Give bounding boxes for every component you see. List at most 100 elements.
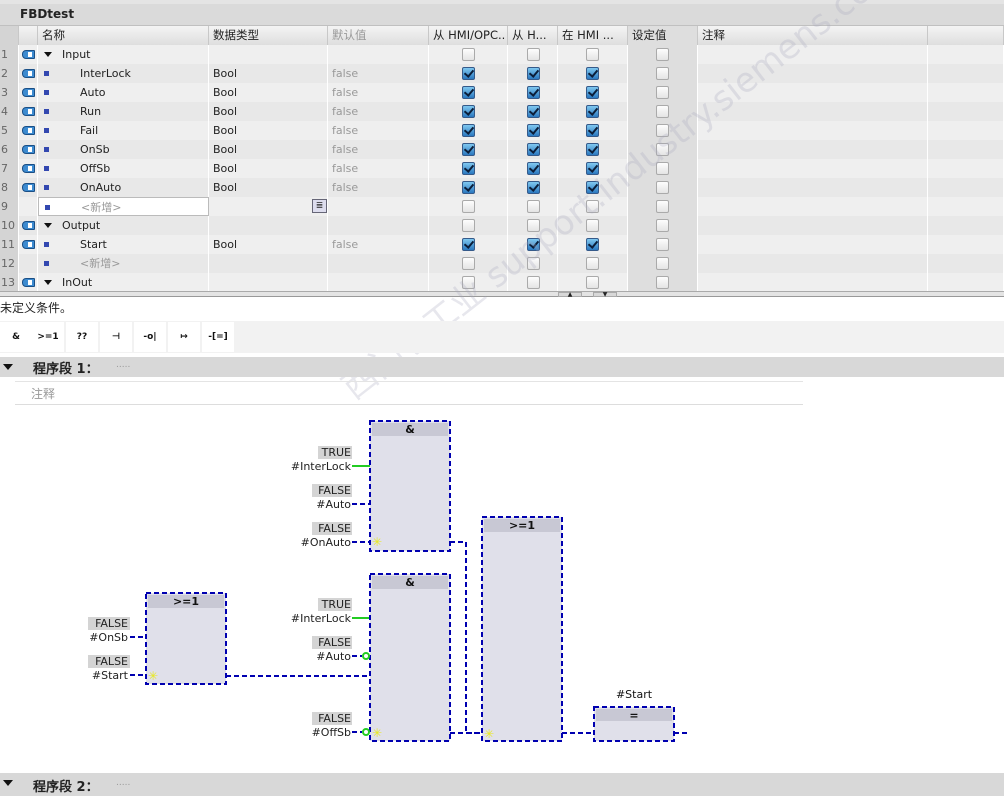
- comment-cell[interactable]: [698, 178, 928, 197]
- datatype-cell[interactable]: Bool: [209, 178, 328, 197]
- name-cell[interactable]: InterLock: [38, 64, 209, 83]
- network-comment-field[interactable]: 注释: [15, 381, 803, 405]
- checkbox[interactable]: [586, 105, 599, 118]
- checkbox[interactable]: [462, 238, 475, 251]
- default-value-cell[interactable]: false: [328, 102, 429, 121]
- checkbox[interactable]: [462, 105, 475, 118]
- default-value-cell[interactable]: [328, 45, 429, 64]
- table-row[interactable]: 4 Run Bool false: [0, 102, 1004, 121]
- column-header[interactable]: 在 HMI ...: [558, 26, 628, 45]
- collapse-icon[interactable]: [3, 364, 13, 370]
- checkbox[interactable]: [586, 86, 599, 99]
- checkbox[interactable]: [586, 200, 599, 213]
- name-cell[interactable]: <新增>: [38, 254, 209, 273]
- checkbox[interactable]: [462, 67, 475, 80]
- branch-button[interactable]: ⊣: [100, 322, 132, 352]
- default-value-cell[interactable]: false: [328, 83, 429, 102]
- name-cell[interactable]: Auto: [38, 83, 209, 102]
- datatype-cell[interactable]: Bool: [209, 140, 328, 159]
- table-row[interactable]: 10 Output: [0, 216, 1004, 235]
- datatype-cell[interactable]: [209, 273, 328, 292]
- table-row[interactable]: 13 InOut: [0, 273, 1004, 292]
- network-2-header[interactable]: 程序段 2： .....: [0, 773, 1004, 796]
- checkbox[interactable]: [656, 200, 669, 213]
- operand-label[interactable]: #OnSb: [89, 631, 128, 644]
- column-header[interactable]: 从 H...: [508, 26, 558, 45]
- checkbox[interactable]: [656, 124, 669, 137]
- default-value-cell[interactable]: [328, 254, 429, 273]
- name-cell[interactable]: OnAuto: [38, 178, 209, 197]
- comment-cell[interactable]: [698, 83, 928, 102]
- datatype-cell[interactable]: [209, 45, 328, 64]
- checkbox[interactable]: [462, 124, 475, 137]
- empty-box-button[interactable]: ??: [66, 322, 98, 352]
- table-row[interactable]: 9 <新增> ≣: [0, 197, 1004, 216]
- checkbox[interactable]: [656, 257, 669, 270]
- assignment-button[interactable]: -[=]: [202, 322, 234, 352]
- default-value-cell[interactable]: false: [328, 178, 429, 197]
- comment-cell[interactable]: [698, 45, 928, 64]
- checkbox[interactable]: [462, 86, 475, 99]
- checkbox[interactable]: [527, 67, 540, 80]
- name-cell[interactable]: <新增>: [38, 197, 209, 216]
- table-row[interactable]: 3 Auto Bool false: [0, 83, 1004, 102]
- or-box-main[interactable]: [481, 516, 563, 742]
- column-header[interactable]: 设定值: [628, 26, 698, 45]
- checkbox[interactable]: [586, 162, 599, 175]
- datatype-cell[interactable]: Bool: [209, 83, 328, 102]
- default-value-cell[interactable]: [328, 197, 429, 216]
- checkbox[interactable]: [527, 257, 540, 270]
- collapse-up-button[interactable]: ▲: [558, 292, 582, 298]
- operand-label[interactable]: #OnAuto: [301, 536, 352, 549]
- table-row[interactable]: 1 Input: [0, 45, 1004, 64]
- or-box-button[interactable]: >=1: [32, 322, 64, 352]
- expand-arrow-icon[interactable]: [44, 52, 52, 57]
- comment-cell[interactable]: [698, 273, 928, 292]
- checkbox[interactable]: [656, 238, 669, 251]
- checkbox[interactable]: [586, 219, 599, 232]
- network-1-header[interactable]: 程序段 1： .....: [0, 357, 1004, 377]
- default-value-cell[interactable]: [328, 216, 429, 235]
- default-value-cell[interactable]: false: [328, 64, 429, 83]
- collapse-down-button[interactable]: ▼: [593, 292, 617, 298]
- column-header[interactable]: 数据类型: [209, 26, 328, 45]
- comment-cell[interactable]: [698, 140, 928, 159]
- column-header[interactable]: 默认值: [328, 26, 429, 45]
- output-arrow-button[interactable]: ↦: [168, 322, 200, 352]
- operand-label[interactable]: #Start: [92, 669, 129, 682]
- checkbox[interactable]: [586, 276, 599, 289]
- datatype-cell[interactable]: Bool: [209, 102, 328, 121]
- coil-operand[interactable]: #Start: [616, 688, 653, 701]
- column-header[interactable]: [928, 26, 1004, 45]
- operand-label[interactable]: #OffSb: [312, 726, 351, 739]
- name-cell[interactable]: Fail: [38, 121, 209, 140]
- checkbox[interactable]: [462, 162, 475, 175]
- checkbox[interactable]: [527, 219, 540, 232]
- datatype-cell[interactable]: Bool: [209, 121, 328, 140]
- comment-cell[interactable]: [698, 216, 928, 235]
- or-box-left[interactable]: [145, 592, 227, 685]
- column-header[interactable]: 从 HMI/OPC..: [429, 26, 508, 45]
- checkbox[interactable]: [586, 143, 599, 156]
- and-box-button[interactable]: &: [0, 322, 32, 352]
- checkbox[interactable]: [586, 67, 599, 80]
- default-value-cell[interactable]: false: [328, 159, 429, 178]
- operand-label[interactable]: #Auto: [316, 650, 351, 663]
- expand-arrow-icon[interactable]: [44, 223, 52, 228]
- checkbox[interactable]: [656, 48, 669, 61]
- column-header[interactable]: [0, 26, 19, 45]
- checkbox[interactable]: [527, 276, 540, 289]
- checkbox[interactable]: [586, 181, 599, 194]
- checkbox[interactable]: [527, 48, 540, 61]
- table-row[interactable]: 7 OffSb Bool false: [0, 159, 1004, 178]
- checkbox[interactable]: [656, 276, 669, 289]
- operand-label[interactable]: #Auto: [316, 498, 351, 511]
- checkbox[interactable]: [586, 238, 599, 251]
- comment-cell[interactable]: [698, 254, 928, 273]
- datatype-cell[interactable]: Bool: [209, 64, 328, 83]
- checkbox[interactable]: [462, 276, 475, 289]
- checkbox[interactable]: [586, 48, 599, 61]
- checkbox[interactable]: [656, 181, 669, 194]
- collapse-icon[interactable]: [3, 780, 13, 786]
- coil-box[interactable]: [593, 706, 675, 742]
